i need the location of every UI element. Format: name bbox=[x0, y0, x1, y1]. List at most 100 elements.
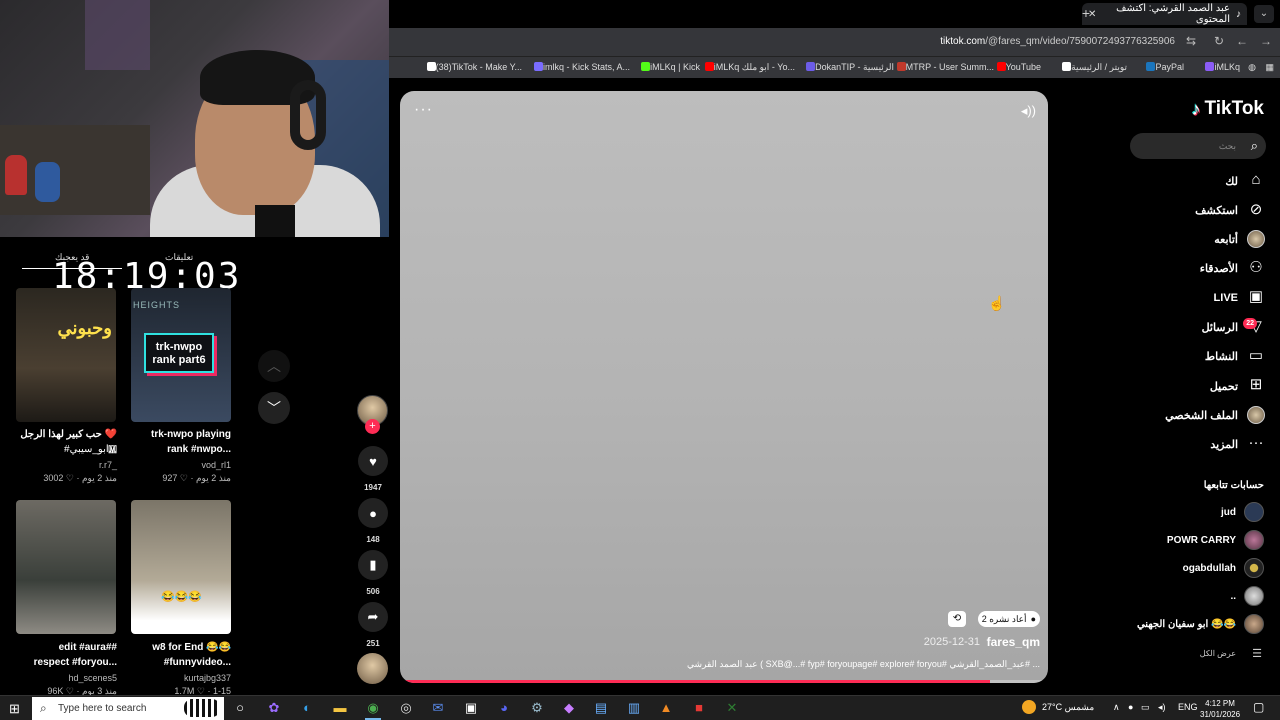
address-bar[interactable]: tiktok.com/@fares_qm/video/7590072493776… bbox=[389, 28, 1280, 56]
video-author[interactable]: hd_scenes5 bbox=[12, 673, 117, 683]
file-explorer-icon[interactable]: ▬ bbox=[330, 699, 350, 717]
video-title[interactable]: edit #aura## bbox=[12, 640, 117, 655]
search-input[interactable]: بحث ⌕ bbox=[1130, 133, 1266, 159]
chrome-icon[interactable]: ◉ bbox=[363, 699, 383, 720]
more-icon[interactable]: ··· bbox=[1247, 434, 1265, 452]
avatar[interactable] bbox=[1247, 230, 1265, 248]
save-button[interactable]: ▮ 506 bbox=[357, 550, 389, 596]
video-thumbnail[interactable] bbox=[16, 500, 116, 634]
video-thumbnail[interactable]: 😂😂😂 bbox=[131, 500, 231, 634]
volume-icon[interactable]: ◂) bbox=[1158, 702, 1166, 713]
video-author[interactable]: r.r7_ bbox=[12, 460, 117, 470]
bookmark-item[interactable]: iMLKq bbox=[1202, 62, 1240, 72]
app-icon[interactable]: ▲ bbox=[656, 699, 676, 717]
avatar[interactable] bbox=[1247, 406, 1265, 424]
sidebar-item-explore[interactable]: استكشف bbox=[1195, 204, 1238, 217]
sidebar-item-more[interactable]: المزيد bbox=[1210, 438, 1238, 451]
following-account-name[interactable]: ابو سفيان الجهني 😂😂 bbox=[1137, 619, 1236, 630]
music-disc-avatar[interactable] bbox=[357, 653, 388, 684]
chevron-up-icon[interactable]: ∧ bbox=[1113, 702, 1120, 713]
sidebar-item-activity[interactable]: النشاط bbox=[1205, 350, 1238, 363]
taskbar-search-input[interactable]: ⌕ Type here to search bbox=[32, 697, 224, 720]
apps-icon[interactable]: ▦ bbox=[1265, 62, 1274, 73]
following-account-name[interactable]: jud bbox=[1221, 507, 1236, 518]
following-account-name[interactable]: .. bbox=[1230, 591, 1236, 602]
avatar[interactable] bbox=[1244, 502, 1264, 522]
live-icon[interactable]: ▣ bbox=[1247, 288, 1265, 306]
excel-icon[interactable]: ✕ bbox=[722, 699, 742, 717]
video-description[interactable]: عبد الصمد القرشي ( SXB@...# fyp# foryoup… bbox=[687, 659, 1040, 670]
network-icon[interactable]: ▭ bbox=[1141, 702, 1150, 713]
more-options-icon[interactable]: ··· bbox=[414, 101, 433, 119]
bookmark-item[interactable]: iMLKq ابو ملك - Yo... bbox=[702, 62, 795, 73]
video-title[interactable]: trk-nwpo playing bbox=[126, 427, 231, 442]
sidebar-item-following[interactable]: أتابعه bbox=[1214, 233, 1238, 246]
search-icon[interactable]: ⌕ bbox=[1251, 138, 1258, 154]
task-view-icon[interactable]: ○ bbox=[230, 699, 250, 717]
bookmark-item[interactable]: تويتر / الرئيسية bbox=[1059, 62, 1127, 73]
sidebar-item-messages[interactable]: الرسائل bbox=[1202, 321, 1238, 334]
site-settings-icon[interactable]: ⇆ bbox=[1186, 34, 1196, 48]
forward-icon[interactable]: ← bbox=[1236, 34, 1248, 48]
compass-icon[interactable]: ⊘ bbox=[1247, 201, 1265, 219]
browser-tab[interactable]: ♪ عبد الصمد القرشي: اكتشف المحتوى ✕ bbox=[1082, 3, 1247, 25]
tiktok-logo[interactable]: ♪ TikTok bbox=[1192, 98, 1264, 120]
bookmark-item[interactable]: YouTube bbox=[994, 62, 1041, 72]
globe-icon[interactable]: ◍ bbox=[1248, 62, 1256, 73]
video-title[interactable]: rank #nwpo... bbox=[126, 442, 231, 457]
edge-icon[interactable]: ◐ bbox=[297, 699, 317, 717]
comment-button[interactable]: ● 148 bbox=[357, 498, 389, 544]
sidebar-item-upload[interactable]: تحميل bbox=[1210, 380, 1238, 393]
following-account-name[interactable]: POWR CARRY bbox=[1167, 535, 1236, 546]
repost-info[interactable]: 2 أعاد نشره ● bbox=[977, 611, 1040, 627]
app-icon[interactable]: ▥ bbox=[624, 699, 644, 717]
avatar[interactable] bbox=[1244, 558, 1264, 578]
notifications-icon[interactable]: ▢ bbox=[1253, 700, 1264, 714]
reload-icon[interactable]: ↻ bbox=[1214, 34, 1224, 48]
home-icon[interactable]: ⌂ bbox=[1247, 171, 1265, 189]
friends-icon[interactable]: ⚇ bbox=[1247, 259, 1265, 277]
copilot-icon[interactable]: ✿ bbox=[264, 699, 284, 717]
app-icon[interactable]: ■ bbox=[689, 699, 709, 717]
bookmark-item[interactable]: (38)TikTok - Make Y... bbox=[424, 62, 522, 72]
back-icon[interactable]: → bbox=[1260, 34, 1272, 48]
video-author[interactable]: vod_rl1 bbox=[126, 460, 231, 470]
next-video-button[interactable]: ﹀ bbox=[258, 392, 290, 424]
video-player[interactable]: ··· ◂)) ☝ ⟲ 2 أعاد نشره ● fares_qm 2025-… bbox=[400, 91, 1048, 683]
share-button[interactable]: ➦ 251 bbox=[357, 602, 389, 648]
volume-icon[interactable]: ◂)) bbox=[1021, 103, 1036, 119]
store-icon[interactable]: ▣ bbox=[461, 699, 481, 717]
upload-icon[interactable]: ⊞ bbox=[1247, 376, 1265, 394]
app-icon[interactable]: ▤ bbox=[591, 699, 611, 717]
weather-text[interactable]: 27°C مشمس bbox=[1042, 702, 1094, 713]
bookmark-item[interactable]: iMLKq | Kick bbox=[638, 62, 700, 72]
bookmark-item[interactable]: PayPal bbox=[1143, 62, 1184, 72]
obs-icon[interactable]: ◎ bbox=[396, 699, 416, 717]
activity-icon[interactable]: ▭ bbox=[1247, 347, 1265, 365]
sidebar-item-live[interactable]: LIVE bbox=[1214, 292, 1238, 304]
taskbar-clock[interactable]: 4:12 PM 31/01/2026 bbox=[1200, 698, 1240, 720]
video-title[interactable]: w8 for End 😂😂 bbox=[126, 640, 231, 655]
video-author[interactable]: kurtajbg337 bbox=[126, 673, 231, 683]
discord-icon[interactable]: ◕ bbox=[494, 699, 514, 717]
sun-icon[interactable] bbox=[1022, 700, 1036, 714]
bookmark-item[interactable]: MTRP - User Summ... bbox=[894, 62, 994, 72]
following-account-name[interactable]: ogabdullah bbox=[1183, 563, 1236, 574]
steam-icon[interactable]: ⚙ bbox=[527, 699, 547, 717]
bookmark-item[interactable]: imlkq - Kick Stats, A... bbox=[531, 62, 630, 72]
video-title[interactable]: #ابو_سيبي... bbox=[12, 442, 117, 457]
follow-plus-icon[interactable]: + bbox=[365, 419, 380, 434]
video-title[interactable]: #funnyvideo... bbox=[126, 655, 231, 670]
video-thumbnail[interactable]: HEIGHTS trk-nwpo rank part6 bbox=[131, 288, 231, 422]
language-indicator[interactable]: ENG bbox=[1178, 702, 1198, 712]
mail-icon[interactable]: ✉ bbox=[428, 699, 448, 717]
video-title[interactable]: respect #foryou... bbox=[12, 655, 117, 670]
repost-button[interactable]: ⟲ bbox=[948, 611, 966, 627]
video-author-name[interactable]: fares_qm bbox=[987, 635, 1040, 649]
video-progress-bar[interactable] bbox=[400, 680, 1048, 683]
like-button[interactable]: ♥ 1947 bbox=[357, 446, 389, 492]
new-tab-icon[interactable]: + bbox=[1082, 5, 1090, 21]
url-field[interactable]: tiktok.com/@fares_qm/video/7590072493776… bbox=[940, 36, 1175, 47]
avatar[interactable] bbox=[1244, 614, 1264, 634]
windows-start-icon[interactable]: ⊞ bbox=[9, 701, 20, 717]
